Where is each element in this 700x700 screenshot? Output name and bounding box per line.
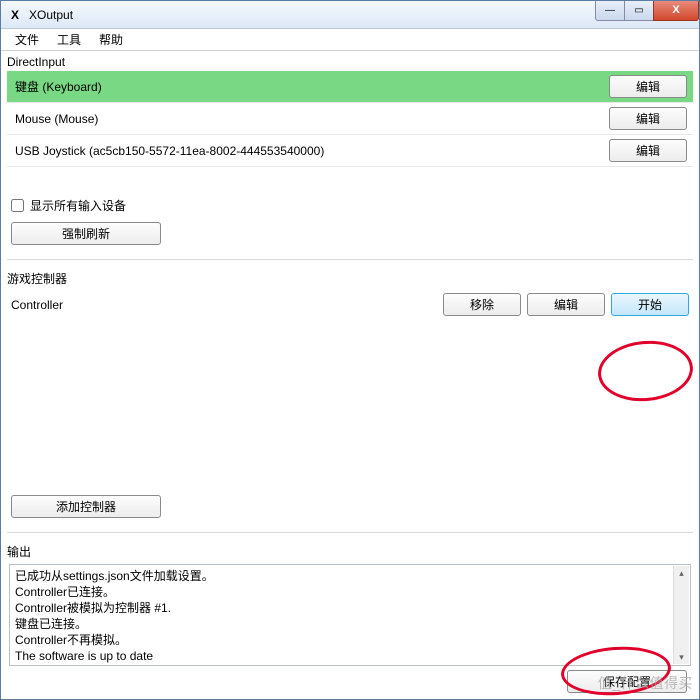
section-directinput: DirectInput (7, 53, 693, 71)
controller-name: Controller (11, 298, 63, 312)
close-button[interactable]: X (653, 1, 699, 21)
device-name: Mouse (Mouse) (15, 112, 98, 126)
force-refresh-button[interactable]: 强制刷新 (11, 222, 161, 245)
show-all-devices-checkbox[interactable] (11, 199, 24, 212)
device-row[interactable]: Mouse (Mouse) 编辑 (7, 103, 693, 135)
device-name: 键盘 (Keyboard) (15, 78, 102, 95)
menu-tools[interactable]: 工具 (49, 29, 89, 50)
section-game-controllers: 游戏控制器 (7, 268, 693, 289)
log-line: Controller不再模拟。 (15, 632, 685, 648)
edit-controller-button[interactable]: 编辑 (527, 293, 605, 316)
watermark: 值_什么值得买 (598, 673, 693, 693)
scroll-down-icon[interactable]: ▾ (675, 650, 689, 664)
device-list: 键盘 (Keyboard) 编辑 Mouse (Mouse) 编辑 USB Jo… (7, 71, 693, 167)
edit-button[interactable]: 编辑 (609, 75, 687, 98)
log-line: Controller被模拟为控制器 #1. (15, 600, 685, 616)
output-log: 已成功从settings.json文件加载设置。 Controller已连接。 … (9, 564, 691, 666)
start-button[interactable]: 开始 (611, 293, 689, 316)
remove-button[interactable]: 移除 (443, 293, 521, 316)
app-icon: X (7, 7, 23, 23)
add-controller-button[interactable]: 添加控制器 (11, 495, 161, 518)
menubar: 文件 工具 帮助 (1, 29, 699, 51)
show-all-devices-label: 显示所有输入设备 (30, 197, 126, 214)
device-name: USB Joystick (ac5cb150-5572-11ea-8002-44… (15, 144, 324, 158)
titlebar: X XOutput — ▭ X (1, 1, 699, 29)
log-line: The software is up to date (15, 648, 685, 664)
edit-button[interactable]: 编辑 (609, 107, 687, 130)
scrollbar[interactable]: ▴ ▾ (673, 566, 689, 664)
minimize-button[interactable]: — (595, 1, 625, 21)
window-title: XOutput (29, 8, 73, 22)
scroll-up-icon[interactable]: ▴ (675, 566, 689, 580)
log-line: 键盘已连接。 (15, 616, 685, 632)
device-row[interactable]: USB Joystick (ac5cb150-5572-11ea-8002-44… (7, 135, 693, 167)
log-line: Controller已连接。 (15, 584, 685, 600)
maximize-button[interactable]: ▭ (624, 1, 654, 21)
section-output: 输出 (7, 541, 693, 562)
device-row[interactable]: 键盘 (Keyboard) 编辑 (7, 71, 693, 103)
edit-button[interactable]: 编辑 (609, 139, 687, 162)
menu-help[interactable]: 帮助 (91, 29, 131, 50)
log-line: 已成功从settings.json文件加载设置。 (15, 568, 685, 584)
menu-file[interactable]: 文件 (7, 29, 47, 50)
